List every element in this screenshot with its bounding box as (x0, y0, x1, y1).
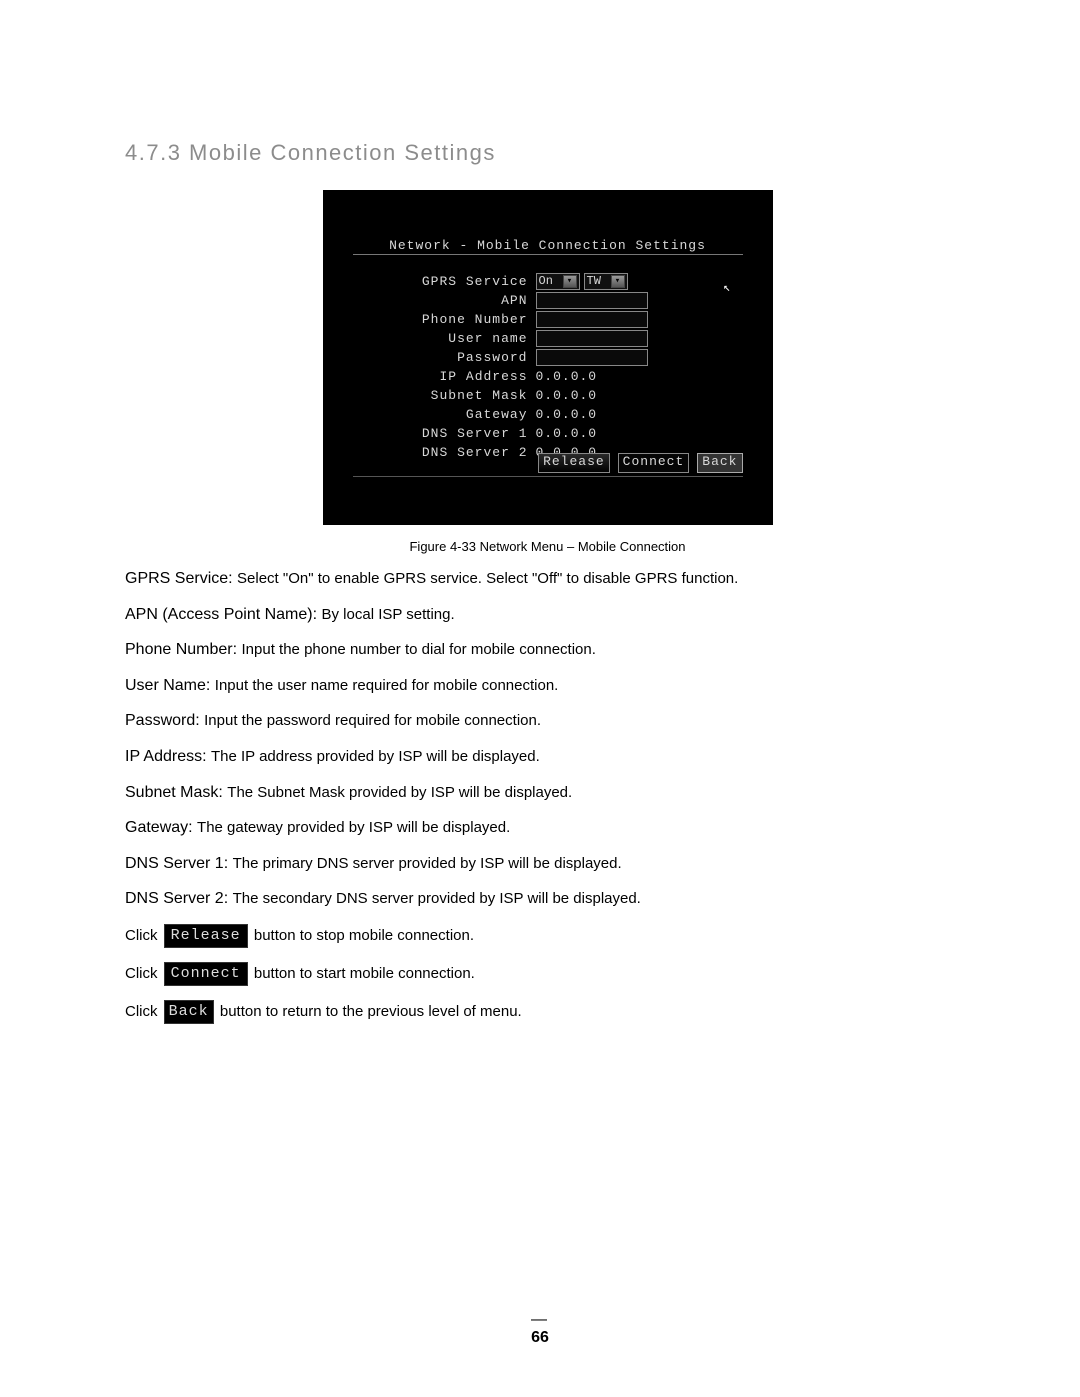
screenshot-title: Network - Mobile Connection Settings (323, 238, 773, 253)
screenshot-frame: Network - Mobile Connection Settings ↖ G… (323, 190, 773, 525)
term: IP Address: (125, 748, 211, 765)
figure-wrap: Network - Mobile Connection Settings ↖ G… (125, 190, 970, 554)
term: DNS Server 2: (125, 890, 233, 907)
chevron-down-icon: ▾ (611, 275, 625, 288)
release-button[interactable]: Release (538, 453, 610, 473)
dns2-label: DNS Server 2 (378, 443, 536, 462)
gprs-on-select[interactable]: On ▾ (536, 273, 580, 290)
phone-number-input[interactable] (536, 311, 648, 328)
dns1-row: DNS Server 1 0.0.0.0 (378, 424, 718, 443)
desc: The IP address provided by ISP will be d… (211, 748, 540, 765)
gateway-paragraph: Gateway: The gateway provided by ISP wil… (125, 817, 970, 839)
page-footer: — 66 (0, 1311, 1080, 1347)
desc: button to start mobile connection. (254, 965, 475, 982)
gprs-service-row: GPRS Service On ▾ TW ▾ (378, 272, 718, 291)
phone-paragraph: Phone Number: Input the phone number to … (125, 639, 970, 661)
password-input[interactable] (536, 349, 648, 366)
password-paragraph: Password: Input the password required fo… (125, 710, 970, 732)
dns2-paragraph: DNS Server 2: The secondary DNS server p… (125, 888, 970, 910)
desc: By local ISP setting. (322, 606, 455, 623)
gprs-service-label: GPRS Service (378, 272, 536, 291)
desc: Input the phone number to dial for mobil… (242, 641, 596, 658)
desc: Input the user name required for mobile … (215, 677, 559, 694)
term: Password: (125, 712, 204, 729)
term: APN (Access Point Name): (125, 606, 322, 623)
phone-number-label: Phone Number (378, 310, 536, 329)
release-inline-button: Release (164, 924, 248, 948)
page-number: 66 (0, 1329, 1080, 1347)
term: GPRS Service: (125, 570, 237, 587)
section-heading: 4.7.3 Mobile Connection Settings (125, 140, 970, 166)
dns1-paragraph: DNS Server 1: The primary DNS server pro… (125, 853, 970, 875)
dns1-label: DNS Server 1 (378, 424, 536, 443)
document-page: 4.7.3 Mobile Connection Settings Network… (0, 0, 1080, 1397)
desc: The secondary DNS server provided by ISP… (233, 890, 641, 907)
back-button[interactable]: Back (697, 453, 742, 473)
dns1-value: 0.0.0.0 (536, 424, 598, 443)
release-instruction: Click Release button to stop mobile conn… (125, 924, 970, 948)
gprs-region-value: TW (587, 272, 607, 291)
subnet-paragraph: Subnet Mask: The Subnet Mask provided by… (125, 782, 970, 804)
subnet-mask-row: Subnet Mask 0.0.0.0 (378, 386, 718, 405)
cursor-icon: ↖ (723, 280, 730, 295)
footer-dash: — (0, 1311, 1080, 1329)
subnet-mask-value: 0.0.0.0 (536, 386, 598, 405)
desc: button to stop mobile connection. (254, 927, 474, 944)
subnet-mask-label: Subnet Mask (378, 386, 536, 405)
gateway-value: 0.0.0.0 (536, 405, 598, 424)
term: User Name: (125, 677, 215, 694)
apn-row: APN (378, 291, 718, 310)
ip-address-row: IP Address 0.0.0.0 (378, 367, 718, 386)
ip-paragraph: IP Address: The IP address provided by I… (125, 746, 970, 768)
gprs-on-value: On (539, 272, 559, 291)
desc: The primary DNS server provided by ISP w… (233, 855, 622, 872)
divider (353, 254, 743, 255)
connect-inline-button: Connect (164, 962, 248, 986)
desc: The gateway provided by ISP will be disp… (197, 819, 510, 836)
ip-address-label: IP Address (378, 367, 536, 386)
user-name-row: User name (378, 329, 718, 348)
gateway-label: Gateway (378, 405, 536, 424)
desc: button to return to the previous level o… (220, 1003, 522, 1020)
term: Gateway: (125, 819, 197, 836)
body-text: GPRS Service: Select "On" to enable GPRS… (125, 568, 970, 1024)
chevron-down-icon: ▾ (563, 275, 577, 288)
click-text: Click (125, 1003, 162, 1020)
desc: Select "On" to enable GPRS service. Sele… (237, 570, 738, 587)
apn-label: APN (378, 291, 536, 310)
click-text: Click (125, 965, 162, 982)
ip-address-value: 0.0.0.0 (536, 367, 598, 386)
back-instruction: Click Back button to return to the previ… (125, 1000, 970, 1024)
apn-paragraph: APN (Access Point Name): By local ISP se… (125, 604, 970, 626)
back-inline-button: Back (164, 1000, 214, 1024)
divider (353, 476, 743, 477)
button-row: Release Connect Back (538, 453, 742, 473)
password-row: Password (378, 348, 718, 367)
connect-instruction: Click Connect button to start mobile con… (125, 962, 970, 986)
figure-caption: Figure 4-33 Network Menu – Mobile Connec… (409, 539, 685, 554)
gprs-paragraph: GPRS Service: Select "On" to enable GPRS… (125, 568, 970, 590)
desc: Input the password required for mobile c… (204, 712, 541, 729)
user-paragraph: User Name: Input the user name required … (125, 675, 970, 697)
phone-number-row: Phone Number (378, 310, 718, 329)
user-name-label: User name (378, 329, 536, 348)
term: Phone Number: (125, 641, 242, 658)
form-area: GPRS Service On ▾ TW ▾ APN Phone Number (378, 272, 718, 462)
connect-button[interactable]: Connect (618, 453, 690, 473)
user-name-input[interactable] (536, 330, 648, 347)
click-text: Click (125, 927, 162, 944)
password-label: Password (378, 348, 536, 367)
term: Subnet Mask: (125, 784, 227, 801)
gateway-row: Gateway 0.0.0.0 (378, 405, 718, 424)
desc: The Subnet Mask provided by ISP will be … (227, 784, 572, 801)
gprs-region-select[interactable]: TW ▾ (584, 273, 628, 290)
term: DNS Server 1: (125, 855, 233, 872)
apn-input[interactable] (536, 292, 648, 309)
